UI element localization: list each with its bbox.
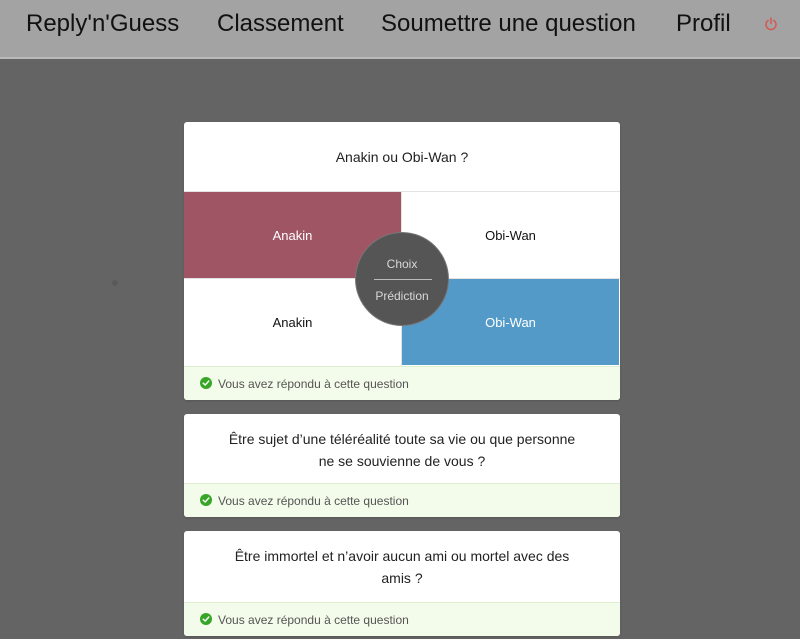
question-title: Être immortel et n’avoir aucun ami ou mo… [184,545,620,589]
answered-status-bar: Vous avez répondu à cette question [184,483,620,517]
answered-status-bar: Vous avez répondu à cette question [184,602,620,636]
prediction-label: Prédiction [375,289,429,303]
top-navbar: Reply'n'Guess Classement Soumettre une q… [0,0,800,59]
question-title-line: Être immortel et n’avoir aucun ami ou mo… [234,548,570,564]
question-card[interactable]: Être sujet d’une téléréalité toute sa vi… [184,414,620,517]
nav-profile-link[interactable]: Profil [676,10,731,38]
answered-status-text: Vous avez répondu à cette question [218,377,409,391]
nav-ranking-link[interactable]: Classement [217,10,344,38]
question-card: Anakin ou Obi-Wan ? Anakin Obi-Wan Anaki… [184,122,620,400]
question-card[interactable]: Être immortel et n’avoir aucun ami ou mo… [184,531,620,636]
question-title-line: amis ? [381,570,423,586]
answered-status-bar: Vous avez répondu à cette question [184,366,620,400]
choice-prediction-badge: Choix Prédiction [355,232,449,326]
check-circle-icon [200,377,212,389]
brand-link[interactable]: Reply'n'Guess [26,10,179,38]
question-title: Être sujet d’une téléréalité toute sa vi… [184,428,620,472]
check-circle-icon [200,613,212,625]
check-circle-icon [200,494,212,506]
answered-status-text: Vous avez répondu à cette question [218,613,409,627]
question-title-line: ne se souvienne de vous ? [318,453,486,469]
answered-status-text: Vous avez répondu à cette question [218,494,409,508]
choice-label: Choix [386,257,418,271]
badge-divider [374,279,432,280]
nav-submit-question-link[interactable]: Soumettre une question [381,10,636,38]
answer-grid: Anakin Obi-Wan Anakin Obi-Wan Choix Préd… [184,191,620,366]
question-title: Anakin ou Obi-Wan ? [335,149,469,165]
question-title-line: Être sujet d’une téléréalité toute sa vi… [228,431,576,447]
power-icon[interactable] [764,17,778,31]
decorative-dot [112,280,118,286]
